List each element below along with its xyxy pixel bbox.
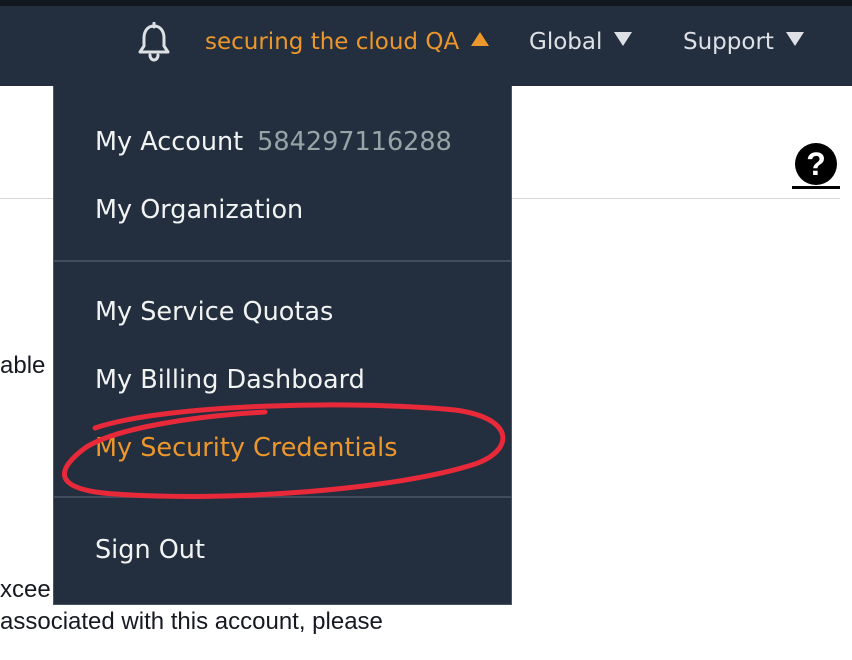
menu-item-label: My Account	[95, 127, 244, 157]
menu-item-my-organization[interactable]: My Organization	[95, 194, 303, 226]
menu-item-my-account[interactable]: My Account 584297116288	[95, 126, 452, 158]
background-text: able	[0, 352, 46, 379]
support-label: Support	[683, 29, 774, 55]
top-navigation-bar: securing the cloud QA Global Support	[0, 0, 852, 86]
question-circle-icon[interactable]: ?	[794, 142, 838, 186]
menu-divider	[54, 496, 511, 498]
region-label: Global	[529, 29, 603, 55]
account-name: securing the cloud QA	[205, 29, 460, 55]
region-selector[interactable]: Global	[529, 27, 633, 57]
menu-item-billing-dashboard[interactable]: My Billing Dashboard	[95, 364, 365, 396]
svg-text:?: ?	[806, 146, 826, 182]
menu-item-sign-out[interactable]: Sign Out	[95, 534, 205, 566]
caret-down-icon	[614, 32, 633, 46]
menu-item-security-credentials[interactable]: My Security Credentials	[95, 432, 398, 464]
caret-up-icon	[471, 32, 490, 46]
background-text: xcee	[0, 576, 51, 603]
account-dropdown-menu: My Account 584297116288 My Organization M…	[53, 86, 512, 605]
account-id: 584297116288	[257, 127, 452, 157]
account-menu-toggle[interactable]: securing the cloud QA	[205, 27, 490, 57]
background-text: associated with this account, please	[0, 608, 383, 635]
menu-item-service-quotas[interactable]: My Service Quotas	[95, 296, 333, 328]
support-menu-toggle[interactable]: Support	[683, 27, 804, 57]
help-link-underline	[792, 186, 840, 189]
console-page: ? able xcee associated with this account…	[0, 0, 852, 660]
bell-icon[interactable]	[135, 21, 173, 62]
caret-down-icon	[785, 32, 804, 46]
menu-divider	[54, 260, 511, 262]
